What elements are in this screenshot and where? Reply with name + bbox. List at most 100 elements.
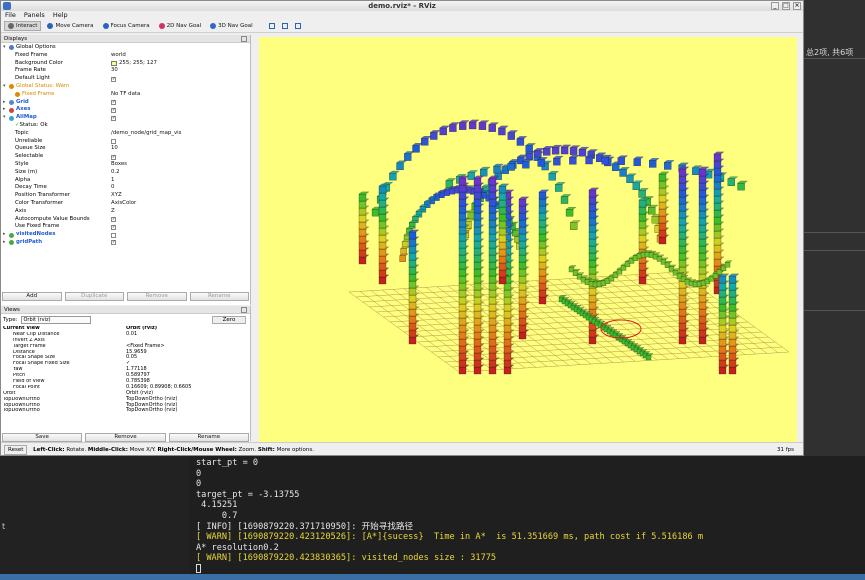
add-display-button[interactable]: Add [2,292,62,301]
view-row[interactable]: TopDownOrtho TopDownOrtho (rviz) [1,408,250,414]
display-row[interactable]: Style Boxes [1,161,250,169]
display-label: Size (m) [15,168,38,175]
display-row[interactable]: Autocompute Value Bounds ✓ [1,216,250,224]
display-label: Frame Rate [15,67,46,74]
rename-view-button[interactable]: Rename [168,433,249,442]
checkbox[interactable]: ✓ [111,224,116,230]
display-row[interactable]: Decay Time 0 [1,184,250,192]
checkbox[interactable]: ✓ [111,107,116,113]
minimize-icon[interactable]: _ [771,2,779,10]
value-text: 255; 255; 127 [119,59,157,66]
status-key: Right-Click/Mouse Wheel: [157,447,237,453]
3d-viewport[interactable] [259,37,797,442]
display-name: Alpha [1,177,111,185]
checkbox[interactable]: ✓ [111,240,116,246]
display-row[interactable]: Alpha 1 [1,177,250,185]
checkbox[interactable] [111,232,116,238]
display-row[interactable]: Default Light ✓ [1,75,250,83]
splitter-handle[interactable] [797,35,803,442]
display-value: 30 [111,67,250,75]
remove-view-button[interactable]: Remove [85,433,166,442]
display-value [111,122,250,130]
rviz-window: demo.rviz* - RViz _ □ × File Panels Help I… [0,0,804,456]
display-row[interactable]: Fixed Frame world [1,52,250,60]
voxel-map [358,119,748,375]
panel-close-icon[interactable] [241,36,247,42]
value-text: world [111,51,126,58]
display-row[interactable]: ▾ Global Status: Warn [1,83,250,91]
display-type-icon [9,240,14,246]
value-text: 10 [111,145,118,152]
status-text: More options. [276,447,315,453]
fps-counter: 31 fps [776,447,794,453]
display-value: ✓ [111,75,250,83]
checkbox[interactable]: ✓ [111,115,116,121]
checkbox[interactable]: ✓ [111,99,116,105]
display-row[interactable]: Axis Z [1,208,250,216]
display-name: Use Fixed Frame [1,223,111,231]
plus-icon[interactable] [268,23,275,29]
display-name: Fixed Frame [1,91,111,99]
display-value: 0 [111,184,250,192]
display-name: ▸ visitedNodes [1,231,111,239]
tool-3d-nav-goal-button[interactable]: 3D Nav Goal [207,21,256,31]
minus-icon[interactable] [281,23,288,29]
color-swatch[interactable] [111,60,117,66]
display-name: Frame Rate [1,67,111,75]
remove-display-button[interactable]: Remove [127,292,187,301]
rename-display-button[interactable]: Rename [189,292,249,301]
save-view-button[interactable]: Save [2,433,83,442]
splitter-handle[interactable] [251,35,259,442]
terminal[interactable]: start_pt = 0 0 0 target_pt = -3.13755 4.152… [190,456,865,580]
display-row[interactable]: Use Fixed Frame ✓ [1,223,250,231]
close-icon[interactable]: × [793,2,801,10]
display-label: Fixed Frame [22,90,55,97]
checkbox[interactable]: ✓ [111,154,116,160]
display-row[interactable]: Fixed Frame No TF data [1,91,250,99]
display-row[interactable]: Size (m) 0.2 [1,169,250,177]
display-row[interactable]: ▸ Axes ✓ [1,106,250,114]
tool-interact-button[interactable]: Interact [4,21,42,31]
menu-item-file[interactable]: File [5,11,16,19]
checkbox[interactable]: ✓ [111,76,116,82]
tool-2d-nav-goal-button[interactable]: 2D Nav Goal [156,21,205,31]
display-value: No TF data [111,91,250,99]
checkbox[interactable] [111,138,116,144]
display-row[interactable]: Color Transformer AxisColor [1,200,250,208]
views-tree: Current View Orbit (rviz) Near Clip Distan… [1,326,250,423]
display-row[interactable]: ▸ gridPath ✓ [1,239,250,247]
display-label: Global Options [16,44,56,50]
duplicate-display-button[interactable]: Duplicate [64,292,124,301]
display-label: Global Status: Warn [16,82,70,89]
display-name: Color Transformer [1,200,111,208]
status-key: Shift: [257,447,275,453]
display-value: ✓ [111,239,250,247]
display-row[interactable]: Background Color 255; 255; 127 [1,60,250,68]
display-row[interactable]: Unreliable [1,138,250,146]
display-name: Axis [1,208,111,216]
display-row[interactable]: ▾ AllMap ✓ [1,114,250,122]
panel-close-icon[interactable] [241,307,247,313]
reset-button[interactable]: Reset [4,445,28,455]
checkbox[interactable]: ✓ [111,216,116,222]
eye-icon[interactable] [294,23,301,29]
view-type-select[interactable]: Orbit (rviz) [20,316,91,324]
maximize-icon[interactable]: □ [782,2,790,10]
display-row[interactable]: Position Transformer XYZ [1,192,250,200]
menu-item-panels[interactable]: Panels [24,11,45,19]
display-row[interactable]: ▾ Global Options [1,44,250,52]
display-row[interactable]: ✓ Status: Ok [1,122,250,130]
display-label: Grid [16,98,29,105]
display-row[interactable]: Selectable ✓ [1,153,250,161]
voxel-map-scene [348,119,790,375]
menu-item-help[interactable]: Help [53,11,68,19]
tool-focus-camera-button[interactable]: Focus Camera [100,21,153,31]
display-row[interactable]: ▸ Grid ✓ [1,99,250,107]
display-row[interactable]: ▸ visitedNodes [1,231,250,239]
display-row[interactable]: Frame Rate 30 [1,67,250,75]
divider [804,250,865,251]
zero-button[interactable]: Zero [212,316,246,324]
display-row[interactable]: Queue Size 10 [1,145,250,153]
tool-move-camera-button[interactable]: Move Camera [44,21,96,31]
display-row[interactable]: Topic/demo_node/grid_map_vis [1,130,250,138]
